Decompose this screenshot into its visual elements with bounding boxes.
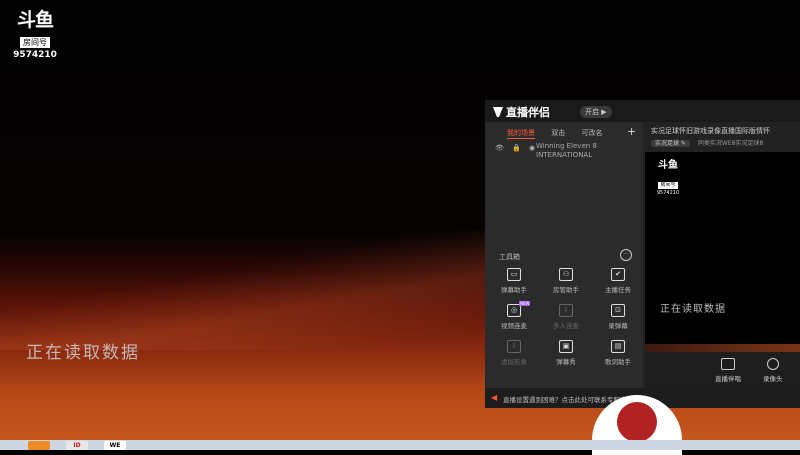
category-tag[interactable]: 实况足球 ✎ [651, 140, 690, 147]
window-header: 直播伴侣 开启 ▶ [485, 100, 800, 122]
taskbar-app-icon[interactable]: WE [104, 441, 126, 450]
scene-name: Winning Eleven 8 INTERNATIONAL [536, 142, 597, 159]
tool-icon: ⚇ [559, 268, 573, 281]
brand-icon [493, 107, 503, 117]
preview-room-badge: 房间号 [658, 182, 678, 189]
toolbox-label: 工具箱 [499, 253, 520, 261]
tool-label: 弹幕助手 [501, 286, 527, 294]
tab-rename[interactable]: 可改名 [581, 129, 602, 137]
preview-room-number: 9574210 [656, 190, 680, 196]
taskbar: ID WE [0, 440, 800, 450]
tool-item[interactable]: ▭ 弹幕助手 [489, 268, 539, 294]
add-scene-button[interactable]: + [627, 125, 636, 138]
brand-label: 直播伴侣 [506, 106, 550, 119]
live-sing-button[interactable]: 直播伴唱 [715, 358, 741, 383]
monitor-icon [721, 358, 735, 370]
bottom-button-bar: 直播伴唱 录像头 [645, 352, 800, 388]
camera-icon [766, 358, 779, 370]
tool-label: 视频连麦 [501, 322, 527, 330]
tool-item: ⇩ 虚拟形象 [489, 340, 539, 366]
tool-label: 主播任务 [605, 286, 631, 294]
live-companion-window: 直播伴侣 开启 ▶ 我的场景 双击 可改名 + 👁 🔒 ◉ Winning El… [485, 100, 800, 408]
more-icon[interactable]: ··· [620, 249, 632, 261]
taskbar-app-icon[interactable]: ID [66, 441, 88, 450]
tool-icon: ✔ [611, 268, 625, 281]
tool-item[interactable]: ◎ NEW 视频连麦 [489, 301, 539, 330]
room-title: 实况足球怀旧游戏录像直播国际版情怀 [651, 127, 770, 135]
loading-text: 正在读取数据 [26, 343, 140, 363]
brand-title: 直播伴侣 [493, 104, 550, 120]
stream-preview: 斗鱼 房间号 9574210 正在读取数据 [645, 152, 800, 352]
tab-double-click[interactable]: 双击 [551, 129, 565, 137]
scene-visibility-icons[interactable]: 👁 🔒 ◉ [495, 144, 538, 152]
tool-label: 弹幕秀 [556, 358, 576, 366]
tool-icon: ⇩ [507, 340, 521, 353]
tool-icon: ⇩ [559, 304, 573, 317]
tool-item[interactable]: ⊡ 录弹幕 [593, 304, 643, 330]
start-badge-button[interactable]: 开启 ▶ [580, 106, 612, 118]
tool-item[interactable]: ✔ 主播任务 [593, 268, 643, 294]
camera-button[interactable]: 录像头 [763, 358, 783, 383]
scene-tabs: 我的场景 双击 可改名 [507, 128, 616, 139]
tool-icon: ▤ [611, 340, 625, 353]
tool-icon: ▭ [507, 268, 521, 281]
decorative-circle-inner [617, 402, 657, 442]
preview-logo-glyph: 斗鱼 [658, 160, 678, 171]
tool-label: 录弹幕 [608, 322, 628, 330]
taskbar-app-icon[interactable] [28, 441, 50, 450]
tool-label: 虚拟形象 [501, 358, 527, 366]
camera-label: 录像头 [763, 375, 783, 383]
preview-logo: 斗鱼 房间号 9574210 [653, 160, 683, 197]
room-badge: 房间号 [20, 37, 50, 48]
logo-glyph: 斗鱼 [16, 9, 54, 31]
tool-item: ⇩ 多人连麦 [541, 304, 591, 330]
live-sing-label: 直播伴唱 [715, 375, 741, 383]
new-badge: NEW [519, 301, 531, 306]
room-tags: 实况足球 ✎ 同类实况WE8实况足球8 [651, 138, 800, 147]
tool-icon: ▣ [559, 340, 573, 353]
preview-loading-text: 正在读取数据 [660, 304, 726, 315]
tab-my-scenes[interactable]: 我的场景 [507, 129, 535, 139]
preview-bottom-strip [645, 344, 800, 352]
room-number: 9574210 [13, 50, 57, 60]
tool-icon: ⊡ [611, 304, 625, 317]
tool-label: 歌词助手 [605, 358, 631, 366]
tool-item[interactable]: ▤ 歌词助手 [593, 340, 643, 366]
tool-item[interactable]: ▣ 弹幕秀 [541, 340, 591, 366]
tool-label: 多人连麦 [553, 322, 579, 330]
speaker-icon: ◀ [491, 393, 498, 402]
douyu-logo: 斗鱼 房间号 9574210 [10, 10, 60, 61]
room-subtitle: 同类实况WE8实况足球8 [697, 140, 764, 147]
tool-label: 房管助手 [553, 286, 579, 294]
tool-item[interactable]: ⚇ 房管助手 [541, 268, 591, 294]
